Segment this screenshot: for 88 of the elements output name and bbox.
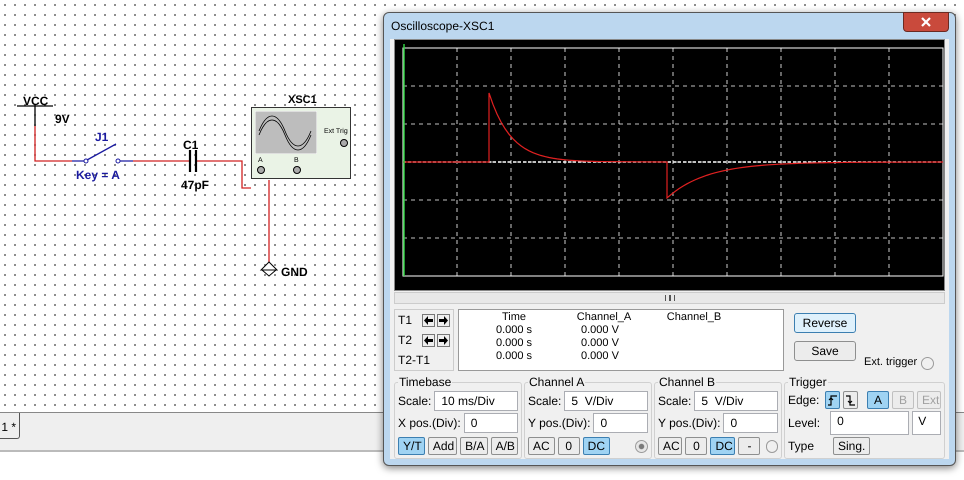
mode-button[interactable]: Add <box>428 437 458 455</box>
type-label: Type <box>788 438 816 455</box>
position-label: X pos.(Div): <box>398 415 461 432</box>
scale-label: Scale: <box>528 393 562 410</box>
coupling-button[interactable]: DC <box>710 437 736 455</box>
column-header: Time <box>500 311 528 324</box>
capacitor-symbol <box>188 148 198 174</box>
mode-button[interactable]: A/B <box>490 437 518 455</box>
left-arrow-icon <box>424 316 433 324</box>
mode-button[interactable]: Y/T <box>398 437 425 455</box>
left-arrow-icon <box>424 336 433 344</box>
column-header: Channel_A <box>576 311 632 324</box>
action-button[interactable]: Reverse <box>794 313 856 333</box>
vcc-label: VCC <box>23 93 48 110</box>
radio-button[interactable] <box>635 440 648 452</box>
falling-edge-icon <box>844 394 856 406</box>
terminal-icon <box>257 166 265 174</box>
source-button[interactable]: A <box>867 391 889 409</box>
edge-button[interactable] <box>824 391 840 409</box>
position-field[interactable]: 0 <box>464 413 518 433</box>
ground-label: GND <box>281 264 308 281</box>
table-cell-text: 0.000 s <box>494 324 534 337</box>
position-label: Y pos.(Div): <box>658 415 720 432</box>
panel-title: Timebase <box>398 374 452 391</box>
coupling-button[interactable]: - <box>738 437 760 455</box>
cursor-right-button[interactable] <box>437 314 450 326</box>
table-cell-text: 0.000 V <box>580 350 620 363</box>
switch-name-label: J1 <box>95 129 108 146</box>
type-button[interactable]: Sing. <box>833 437 870 455</box>
close-icon <box>921 17 931 27</box>
cursor-right-button[interactable] <box>437 334 450 346</box>
table-cell-text: 0.000 s <box>494 350 534 363</box>
wire <box>34 126 72 162</box>
table-cell-text: 0.000 V <box>580 337 620 350</box>
radio-button[interactable] <box>766 440 778 452</box>
terminal-icon <box>293 166 301 174</box>
column-header: Channel_B <box>666 311 722 324</box>
unit-label: V <box>912 411 941 435</box>
table-cell-text: 0.000 V <box>580 324 620 337</box>
radio-button[interactable] <box>921 357 934 370</box>
right-arrow-icon <box>439 336 448 344</box>
rising-edge-icon <box>826 394 838 406</box>
cursor-left-button[interactable] <box>422 334 435 346</box>
panel-title: Trigger <box>788 374 828 391</box>
coupling-button[interactable]: 0 <box>558 437 580 455</box>
switch-symbol <box>71 143 134 164</box>
cursor-label: T2-T1 <box>398 352 430 369</box>
close-button[interactable] <box>903 12 949 32</box>
scale-field[interactable]: 5 V/Div <box>694 391 778 411</box>
panel-title: Channel A <box>528 374 586 391</box>
wire <box>133 160 190 162</box>
voltage-label: 9V <box>55 111 70 128</box>
edge-label: Edge: <box>788 392 820 409</box>
cursor-label: T1 <box>398 312 414 329</box>
position-field[interactable]: 0 <box>593 413 648 433</box>
scroll-grip-icon <box>664 295 674 301</box>
ground-symbol <box>260 261 278 277</box>
edge-button[interactable] <box>842 391 858 409</box>
ext-trigger-label: Ext. trigger <box>864 354 918 370</box>
capacitor-value-label: 47pF <box>181 177 210 194</box>
scale-label: Scale: <box>398 393 432 410</box>
vcc-symbol <box>16 105 54 127</box>
horizontal-scrollbar[interactable] <box>394 292 945 304</box>
switch-key-label: Key = A <box>76 167 120 184</box>
level-label: Level: <box>788 415 822 432</box>
cursor-label: T2 <box>398 332 414 349</box>
terminal-icon <box>340 139 348 147</box>
table-cell-text: 0.000 s <box>494 337 534 350</box>
cursor-left-button[interactable] <box>422 314 435 326</box>
right-arrow-icon <box>439 316 448 324</box>
window-title: Oscilloscope-XSC1 <box>390 18 496 35</box>
scale-label: Scale: <box>658 393 692 410</box>
position-field[interactable]: 0 <box>723 413 778 433</box>
coupling-button[interactable]: 0 <box>685 437 708 455</box>
scale-field[interactable]: 5 V/Div <box>564 391 648 411</box>
action-button[interactable]: Save <box>794 341 856 361</box>
level-field[interactable]: 0 <box>830 411 910 435</box>
scope-name-label: XSC1 <box>288 93 317 108</box>
coupling-button[interactable]: AC <box>528 437 555 455</box>
scale-field[interactable]: 10 ms/Div <box>434 391 518 411</box>
sheet-tab[interactable]: 1 * <box>0 413 20 439</box>
capacitor-name-label: C1 <box>183 137 198 154</box>
coupling-button[interactable]: AC <box>658 437 682 455</box>
mode-button[interactable]: B/A <box>460 437 488 455</box>
sine-wave-icon <box>255 111 317 154</box>
position-label: Y pos.(Div): <box>528 415 590 432</box>
coupling-button[interactable]: DC <box>582 437 610 455</box>
panel-title: Channel B <box>658 374 716 391</box>
